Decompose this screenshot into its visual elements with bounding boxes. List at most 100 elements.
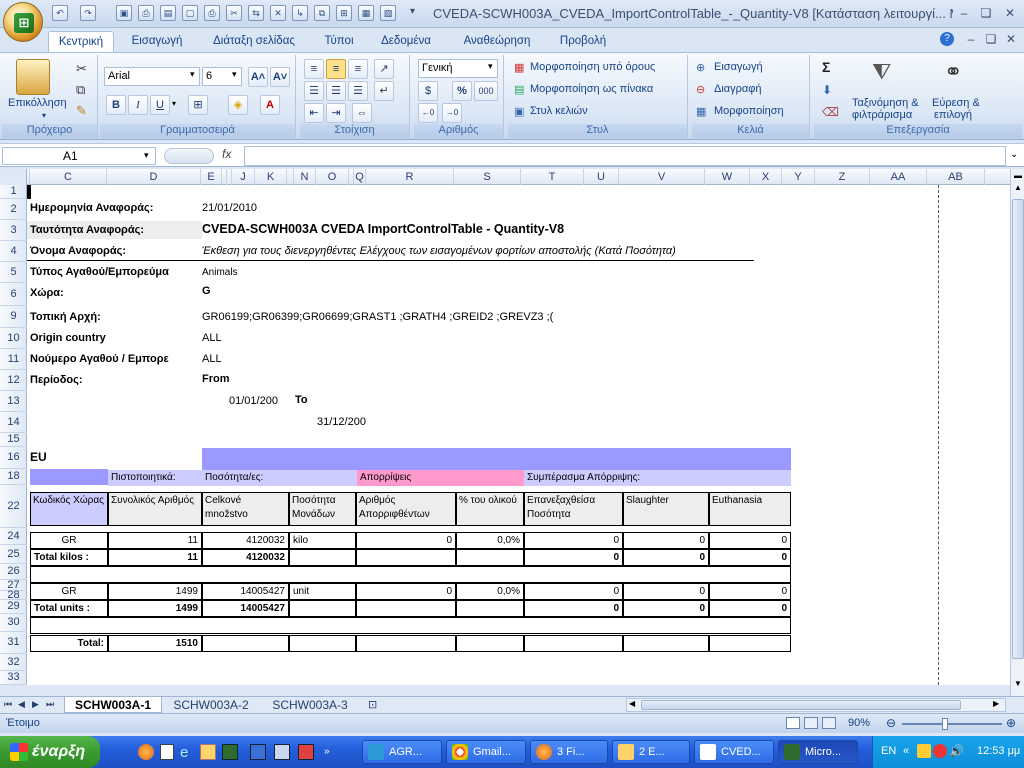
doc-close-button[interactable]: ✕ bbox=[1000, 30, 1022, 48]
redo-icon[interactable]: ↷ bbox=[80, 5, 96, 21]
clock[interactable]: 12:53 μμ bbox=[977, 745, 1020, 757]
hscroll-left-icon[interactable]: ◀ bbox=[629, 699, 635, 708]
column-header-k[interactable]: K bbox=[255, 169, 287, 185]
font-name-dropdown-icon[interactable]: ▾ bbox=[190, 69, 195, 80]
column-header-w[interactable]: W bbox=[705, 169, 750, 185]
scroll-down-icon[interactable]: ▼ bbox=[1012, 679, 1024, 693]
row-header-33[interactable]: 33 bbox=[0, 671, 27, 685]
minimize-button[interactable]: – bbox=[953, 4, 975, 22]
taskbar-item-firefox[interactable]: 3 Fi... bbox=[530, 740, 608, 764]
delete-cells-button[interactable]: Διαγραφή bbox=[714, 83, 762, 95]
number-format-dropdown-icon[interactable]: ▾ bbox=[488, 61, 493, 72]
help-icon[interactable]: ? bbox=[940, 32, 954, 46]
increase-indent-icon[interactable]: ⇥ bbox=[326, 103, 346, 123]
borders-icon[interactable]: ⊞ bbox=[188, 95, 208, 115]
row-header-29[interactable]: 29 bbox=[0, 600, 27, 614]
tray-expand-icon[interactable]: « bbox=[903, 745, 909, 757]
row-header-26[interactable]: 26 bbox=[0, 564, 27, 580]
copy-button-icon[interactable]: ⧉ bbox=[76, 82, 85, 98]
align-right-icon[interactable]: ☰ bbox=[348, 81, 368, 101]
autosum-button[interactable]: Σ bbox=[822, 59, 830, 75]
sheet-tab-3[interactable]: SCHW003A-3 bbox=[264, 697, 356, 713]
grow-font-button[interactable]: A˄ bbox=[248, 67, 268, 87]
notepad-quicklaunch-icon[interactable] bbox=[160, 744, 174, 760]
formula-input[interactable] bbox=[244, 146, 1006, 166]
row-header-6[interactable]: 6 bbox=[0, 283, 27, 306]
app3-quicklaunch-icon[interactable] bbox=[298, 744, 314, 760]
row-header-3[interactable]: 3 bbox=[0, 220, 27, 241]
shrink-font-button[interactable]: A˅ bbox=[270, 67, 290, 87]
row-header-4[interactable]: 4 bbox=[0, 241, 27, 262]
normal-view-icon[interactable] bbox=[786, 717, 800, 729]
new-icon[interactable]: ▢ bbox=[182, 5, 198, 21]
merge-center-icon[interactable]: ⇔ bbox=[352, 103, 372, 123]
column-header-z[interactable]: Z bbox=[815, 169, 870, 185]
zoom-out-icon[interactable]: ⊖ bbox=[886, 716, 896, 730]
cell-styles-button[interactable]: Στυλ κελιών bbox=[530, 105, 588, 117]
row-header-32[interactable]: 32 bbox=[0, 654, 27, 671]
decrease-decimal-icon[interactable]: →0 bbox=[442, 103, 462, 123]
row-header-30[interactable]: 30 bbox=[0, 614, 27, 632]
tab-nav-prev-icon[interactable]: ◀ bbox=[18, 699, 25, 710]
percent-button[interactable]: % bbox=[452, 81, 472, 101]
insert-function-icon[interactable]: fx bbox=[222, 147, 231, 161]
column-header-v[interactable]: V bbox=[619, 169, 705, 185]
clear-icon[interactable]: ⌫ bbox=[822, 105, 839, 119]
tab-view[interactable]: Προβολή bbox=[552, 31, 614, 52]
row-header-22[interactable]: 22 bbox=[0, 485, 27, 528]
column-header-r[interactable]: R bbox=[366, 169, 454, 185]
column-header-y[interactable]: Y bbox=[782, 169, 815, 185]
row-header-14[interactable]: 14 bbox=[0, 412, 27, 433]
fill-color-icon[interactable]: ◈ bbox=[228, 95, 248, 115]
tab-nav-first-icon[interactable]: ⏮ bbox=[4, 699, 12, 710]
worksheet[interactable]: Ημερομηνία Αναφοράς: 21/01/2010 Ταυτότητ… bbox=[27, 185, 1010, 685]
align-left-icon[interactable]: ☰ bbox=[304, 81, 324, 101]
align-top-icon[interactable]: ≡ bbox=[304, 59, 324, 79]
number-format-select[interactable]: Γενική bbox=[418, 59, 498, 78]
zoom-in-icon[interactable]: ⊕ bbox=[1006, 716, 1016, 730]
wrap-text-icon[interactable]: ↵ bbox=[374, 81, 394, 101]
row-header-11[interactable]: 11 bbox=[0, 349, 27, 370]
tab-home[interactable]: Κεντρική bbox=[48, 31, 114, 52]
save-icon[interactable]: ▣ bbox=[116, 5, 132, 21]
doc-minimize-button[interactable]: – bbox=[960, 30, 982, 48]
column-header-d[interactable]: D bbox=[107, 169, 201, 185]
find-select-line1[interactable]: Εύρεση & bbox=[932, 97, 980, 109]
tab-data[interactable]: Δεδομένα bbox=[372, 31, 440, 52]
row-header-28[interactable]: 28 bbox=[0, 590, 27, 601]
delete-icon[interactable]: ✕ bbox=[270, 5, 286, 21]
column-header-u[interactable]: U bbox=[584, 169, 619, 185]
format-as-table-button[interactable]: Μορφοποίηση ως πίνακα bbox=[530, 83, 653, 95]
font-color-icon[interactable]: A bbox=[260, 95, 280, 115]
explorer-quicklaunch-icon[interactable] bbox=[200, 744, 216, 760]
row-header-31[interactable]: 31 bbox=[0, 632, 27, 654]
name-box[interactable]: A1 bbox=[2, 147, 156, 165]
grid-icon[interactable]: ▦ bbox=[358, 5, 374, 21]
font-name-select[interactable]: Arial bbox=[104, 67, 200, 86]
row-header-9[interactable]: 9 bbox=[0, 306, 27, 328]
format-painter-button-icon[interactable]: ✎ bbox=[76, 103, 87, 119]
tab-formulas[interactable]: Τύποι bbox=[314, 31, 364, 52]
page-layout-view-icon[interactable] bbox=[804, 717, 818, 729]
row-header-24[interactable]: 24 bbox=[0, 528, 27, 545]
zoom-slider-track[interactable] bbox=[902, 723, 1002, 725]
column-header-e[interactable]: E bbox=[201, 169, 222, 185]
align-middle-icon[interactable]: ≡ bbox=[326, 59, 346, 79]
font-size-dropdown-icon[interactable]: ▾ bbox=[232, 69, 237, 80]
sort-filter-line2[interactable]: φιλτράρισμα bbox=[852, 109, 912, 121]
column-header-j[interactable]: J bbox=[232, 169, 255, 185]
tab-nav-next-icon[interactable]: ▶ bbox=[32, 699, 39, 710]
excel-quicklaunch-icon[interactable] bbox=[222, 744, 238, 760]
conditional-format-button[interactable]: Μορφοποίηση υπό όρους bbox=[530, 61, 655, 73]
app2-quicklaunch-icon[interactable] bbox=[274, 744, 290, 760]
security-tray-icon[interactable] bbox=[917, 744, 931, 758]
sheet-tab-2[interactable]: SCHW003A-2 bbox=[166, 697, 256, 713]
column-header-s[interactable]: S bbox=[454, 169, 521, 185]
volume-tray-icon[interactable]: 🔊 bbox=[949, 744, 964, 758]
arrow-icon[interactable]: ↳ bbox=[292, 5, 308, 21]
undo-icon[interactable]: ↶ bbox=[52, 5, 68, 21]
column-header-x[interactable]: X bbox=[750, 169, 782, 185]
cut-button-icon[interactable]: ✂ bbox=[76, 61, 87, 77]
quicklaunch-more-icon[interactable]: » bbox=[324, 746, 330, 757]
language-indicator[interactable]: EN bbox=[881, 745, 896, 757]
